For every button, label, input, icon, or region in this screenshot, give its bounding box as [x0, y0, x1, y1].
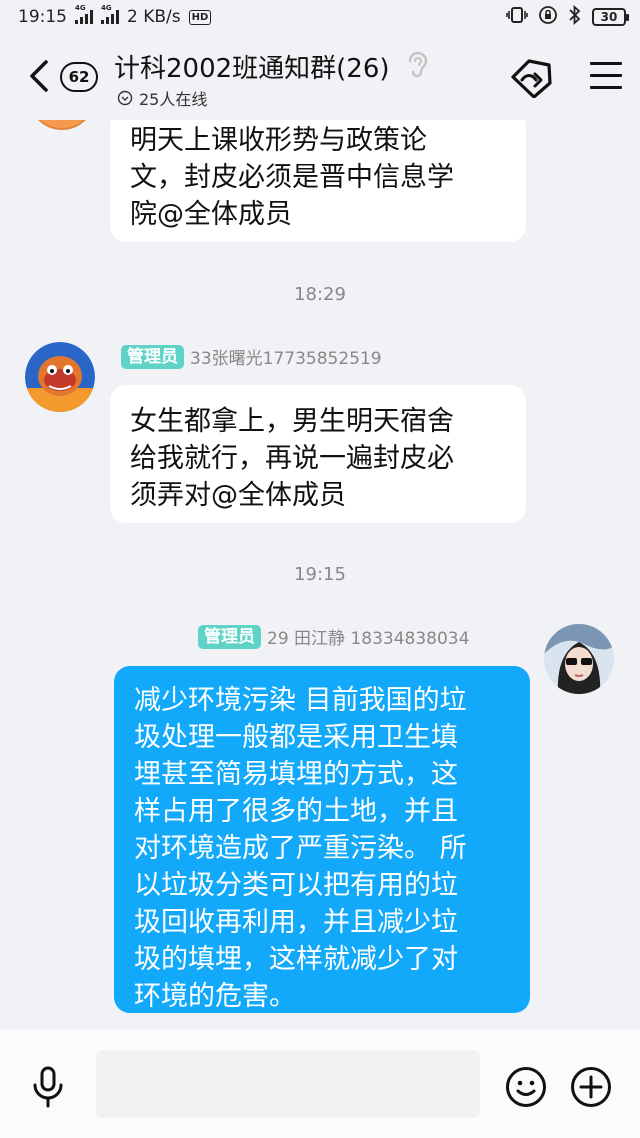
my-avatar[interactable]	[544, 624, 614, 694]
smiley-icon	[506, 1067, 546, 1107]
message-bubble[interactable]: 女生都拿上，男生明天宿舍 给我就行，再说一遍封皮必 须弄对@全体成员	[110, 385, 526, 523]
message-line: 女生都拿上，男生明天宿舍	[130, 406, 454, 437]
sender-avatar[interactable]	[28, 120, 96, 130]
online-status[interactable]: 25人在线	[117, 86, 207, 110]
message-line: 减少环境污染 目前我国的垃	[134, 685, 467, 716]
message-bubble[interactable]: 明天上课收形势与政策论 文，封皮必须是晋中信息学 院@全体成员	[110, 120, 526, 242]
sender-info: 管理员 29 田江静 18334838034	[198, 624, 469, 649]
time-stamp: 19:15	[294, 564, 346, 585]
status-time: 19:15	[18, 7, 67, 27]
sender-avatar[interactable]	[25, 342, 95, 412]
signal-icon-2: 4G	[101, 4, 119, 24]
message-line: 须弄对@全体成员	[130, 480, 346, 511]
chevron-down-circle-icon	[117, 90, 133, 106]
plus-circle-icon	[571, 1067, 611, 1107]
menu-line	[590, 86, 622, 89]
back-button[interactable]	[24, 58, 54, 94]
vibrate-icon	[506, 6, 528, 28]
time-stamp: 18:29	[294, 284, 346, 305]
menu-line	[590, 74, 622, 77]
sender-info: 管理员 33张曙光17735852519	[121, 344, 382, 369]
hd-icon: HD	[188, 9, 212, 25]
message-line: 文，封皮必须是晋中信息学	[130, 162, 454, 193]
sender-name[interactable]: 29 田江静 18334838034	[267, 624, 469, 649]
menu-button[interactable]	[590, 62, 622, 92]
microphone-icon	[33, 1066, 63, 1108]
tag-icon	[511, 59, 552, 99]
message-line: 院@全体成员	[130, 199, 292, 230]
message-line: 埋甚至简易填埋的方式，这	[134, 759, 458, 790]
sender-name[interactable]: 33张曙光17735852519	[190, 344, 382, 369]
voice-button[interactable]	[30, 1066, 66, 1108]
signal-icon: 4G	[75, 4, 93, 24]
message-line: 明天上课收形势与政策论	[130, 125, 427, 156]
group-tag-button[interactable]	[508, 56, 554, 99]
emoji-button[interactable]	[505, 1066, 547, 1108]
battery-icon: 30	[592, 8, 629, 26]
rotation-lock-icon	[538, 5, 558, 29]
message-line: 以垃圾分类可以把有用的垃	[134, 870, 458, 901]
message-bubble-mine[interactable]: 减少环境污染 目前我国的垃 圾处理一般都是采用卫生填 埋甚至简易填埋的方式，这 …	[114, 666, 530, 1013]
unread-count-badge[interactable]: 62	[60, 62, 98, 92]
chat-header: 62 计科2002班通知群(26) 25人在线	[0, 34, 640, 120]
admin-badge: 管理员	[121, 344, 184, 369]
more-button[interactable]	[570, 1066, 612, 1108]
status-bar: 19:15 4G 4G 2 KB/s HD 30	[0, 0, 640, 34]
group-title[interactable]: 计科2002班通知群(26)	[114, 48, 390, 85]
message-line: 圾的填埋，这样就减少了对	[134, 944, 458, 975]
chat-message-list[interactable]: 明天上课收形势与政策论 文，封皮必须是晋中信息学 院@全体成员 18:29 管理…	[0, 120, 640, 1030]
message-line: 环境的危害。	[134, 981, 296, 1012]
message-line: 样占用了很多的土地，并且	[134, 796, 458, 827]
bluetooth-icon	[568, 4, 582, 29]
network-speed: 2 KB/s	[127, 7, 181, 27]
message-input[interactable]	[96, 1050, 480, 1118]
admin-badge: 管理员	[198, 624, 261, 649]
message-line: 给我就行，再说一遍封皮必	[130, 443, 454, 474]
message-line: 对环境造成了严重污染。 所	[134, 833, 467, 864]
input-bar	[0, 1030, 640, 1138]
ear-icon[interactable]	[404, 50, 430, 80]
message-line: 圾回收再利用，并且减少垃	[134, 907, 458, 938]
chevron-left-icon	[30, 60, 48, 92]
menu-line	[590, 62, 622, 65]
online-count: 25人在线	[139, 90, 208, 109]
message-line: 圾处理一般都是采用卫生填	[134, 722, 458, 753]
